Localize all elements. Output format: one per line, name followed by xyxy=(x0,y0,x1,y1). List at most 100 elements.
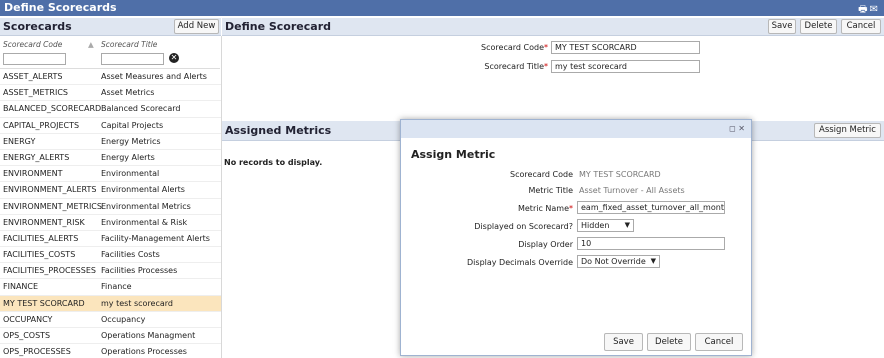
assign-metric-button[interactable]: Assign Metric xyxy=(814,123,881,138)
print-icon[interactable]: 🖶 xyxy=(858,4,869,15)
row-title: Environmental & Risk xyxy=(101,217,188,227)
filter-code-input[interactable] xyxy=(3,53,66,65)
define-scorecard-header: Define Scorecard Save Delete Cancel xyxy=(222,18,884,36)
row-code: ENVIRONMENT xyxy=(3,169,63,179)
scorecard-title-field[interactable]: my test scorecard xyxy=(551,60,700,73)
table-row[interactable]: OPS_PROCESSES Operations Processes xyxy=(0,344,221,358)
row-code: ENVIRONMENT_RISK xyxy=(3,217,85,227)
empty-message: No records to display. xyxy=(224,158,323,167)
col-header-title[interactable]: Scorecard Title xyxy=(101,40,157,49)
row-code: FACILITIES_ALERTS xyxy=(3,233,79,243)
row-code: BALANCED_SCORECARD xyxy=(3,104,102,114)
table-row[interactable]: ENVIRONMENT Environmental xyxy=(0,166,221,183)
table-row[interactable]: ENERGY Energy Metrics xyxy=(0,134,221,150)
decimals-select[interactable]: Do Not Override ▼ xyxy=(577,255,660,268)
row-title: Operations Managment xyxy=(101,331,196,340)
row-code: ENVIRONMENT_METRICS xyxy=(3,201,102,211)
display-order-label: Display Order xyxy=(518,240,573,249)
grid-header: Scorecard Code ▲ Scorecard Title ✕ xyxy=(0,37,220,69)
table-row[interactable]: BALANCED_SCORECARD Balanced Scorecard xyxy=(0,101,221,118)
metric-title-label: Metric Title xyxy=(528,186,573,195)
row-title: Facility-Management Alerts xyxy=(101,233,210,243)
decimals-label: Display Decimals Override xyxy=(467,258,573,267)
dialog-cancel-button[interactable]: Cancel xyxy=(695,333,743,351)
scorecard-code-field[interactable]: MY TEST SCORCARD xyxy=(551,41,700,54)
row-code: OPS_COSTS xyxy=(3,331,51,340)
define-scorecard-title: Define Scorecard xyxy=(225,20,331,33)
dialog-titlebar[interactable]: ◻ ✕ xyxy=(401,120,751,138)
row-title: Asset Metrics xyxy=(101,88,155,98)
row-code: ASSET_ALERTS xyxy=(3,72,63,81)
window-titlebar: Define Scorecards 🖶✉ xyxy=(0,0,884,16)
row-code: FACILITIES_PROCESSES xyxy=(3,266,96,276)
delete-button[interactable]: Delete xyxy=(800,19,837,34)
scorecards-header: Scorecards Add New xyxy=(0,18,221,36)
chevron-down-icon: ▼ xyxy=(650,257,656,265)
row-title: Balanced Scorecard xyxy=(101,104,181,114)
cancel-button[interactable]: Cancel xyxy=(841,19,881,34)
row-title: Occupancy xyxy=(101,314,146,324)
metric-name-label: Metric Name* xyxy=(517,204,573,213)
row-code: ENERGY_ALERTS xyxy=(3,152,70,162)
display-order-field[interactable]: 10 xyxy=(577,237,725,250)
scorecard-code-label: Scorecard Code* xyxy=(481,43,548,52)
row-code: FACILITIES_COSTS xyxy=(3,250,76,260)
row-code: ASSET_METRICS xyxy=(3,88,68,98)
divider xyxy=(221,36,222,358)
row-code: OPS_PROCESSES xyxy=(3,347,71,357)
table-row[interactable]: FINANCE Finance xyxy=(0,279,221,296)
add-new-button[interactable]: Add New xyxy=(174,19,219,34)
metric-title-value: Asset Turnover - All Assets xyxy=(579,186,685,195)
row-code: MY TEST SCORCARD xyxy=(3,298,85,308)
table-row[interactable]: MY TEST SCORCARD my test scorecard xyxy=(0,295,221,312)
row-title: my test scorecard xyxy=(101,298,173,308)
row-title: Facilities Processes xyxy=(101,266,178,276)
row-code: ENVIRONMENT_ALERTS xyxy=(3,185,97,195)
row-title: Environmental Metrics xyxy=(101,201,191,211)
titlebar-icons: 🖶✉ xyxy=(858,2,880,19)
table-row[interactable]: FACILITIES_ALERTS Facility-Management Ale… xyxy=(0,231,221,248)
sort-icon: ▲ xyxy=(88,40,94,49)
assign-metric-dialog: ◻ ✕ Assign Metric Scorecard Code MY TEST… xyxy=(400,119,752,356)
filter-title-input[interactable] xyxy=(101,53,164,65)
table-row[interactable]: ASSET_ALERTS Asset Measures and Alerts xyxy=(0,69,221,86)
table-row[interactable]: ENERGY_ALERTS Energy Alerts xyxy=(0,150,221,167)
table-row[interactable]: FACILITIES_PROCESSES Facilities Processes xyxy=(0,263,221,280)
table-row[interactable]: OPS_COSTS Operations Managment xyxy=(0,328,221,345)
row-code: FINANCE xyxy=(3,282,39,292)
close-icon[interactable]: ✕ xyxy=(738,124,745,133)
table-row[interactable]: ENVIRONMENT_METRICS Environmental Metrics xyxy=(0,199,221,215)
row-title: Capital Projects xyxy=(101,120,164,130)
table-row[interactable]: ENVIRONMENT_ALERTS Environmental Alerts xyxy=(0,182,221,199)
dialog-title: Assign Metric xyxy=(411,148,496,161)
row-title: Environmental xyxy=(101,169,160,179)
table-row[interactable]: ENVIRONMENT_RISK Environmental & Risk xyxy=(0,215,221,231)
scorecard-list: ASSET_ALERTS Asset Measures and Alerts ASS… xyxy=(0,69,221,358)
table-row[interactable]: ASSET_METRICS Asset Metrics xyxy=(0,85,221,102)
col-header-code[interactable]: Scorecard Code xyxy=(3,40,62,49)
clear-filter-icon[interactable]: ✕ xyxy=(169,53,179,63)
row-title: Facilities Costs xyxy=(101,250,160,260)
dialog-code-label: Scorecard Code xyxy=(510,170,573,179)
table-row[interactable]: OCCUPANCY Occupancy xyxy=(0,312,221,328)
row-code: ENERGY xyxy=(3,136,36,146)
row-code: CAPITAL_PROJECTS xyxy=(3,120,80,130)
dialog-save-button[interactable]: Save xyxy=(604,333,643,351)
save-button[interactable]: Save xyxy=(768,19,796,34)
table-row[interactable]: FACILITIES_COSTS Facilities Costs xyxy=(0,247,221,264)
assigned-metrics-title: Assigned Metrics xyxy=(225,124,332,137)
table-row[interactable]: CAPITAL_PROJECTS Capital Projects xyxy=(0,118,221,134)
row-title: Energy Metrics xyxy=(101,136,161,146)
maximize-icon[interactable]: ◻ xyxy=(729,124,736,133)
scorecard-title-label: Scorecard Title* xyxy=(484,62,548,71)
row-code: OCCUPANCY xyxy=(3,314,53,324)
window-title: Define Scorecards xyxy=(4,1,117,14)
dialog-code-value: MY TEST SCORCARD xyxy=(579,170,661,179)
row-title: Asset Measures and Alerts xyxy=(101,72,207,81)
mail-icon[interactable]: ✉ xyxy=(870,4,880,15)
row-title: Finance xyxy=(101,282,132,292)
metric-name-field[interactable]: eam_fixed_asset_turnover_all_monthly xyxy=(577,201,725,214)
dialog-delete-button[interactable]: Delete xyxy=(647,333,691,351)
displayed-select[interactable]: Hidden ▼ xyxy=(577,219,634,232)
chevron-down-icon: ▼ xyxy=(624,221,630,229)
